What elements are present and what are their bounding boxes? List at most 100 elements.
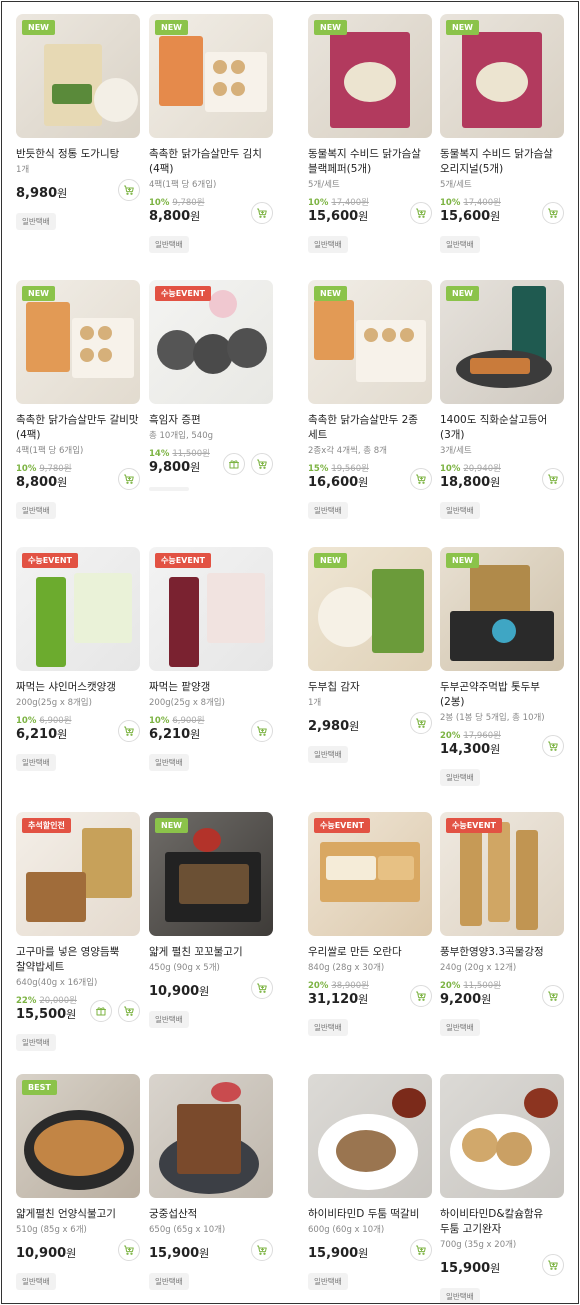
product-card[interactable]: 수능EVENT 우리쌀로 만든 오란다 840g (28g x 30개) 20% 38,… [308,812,434,1062]
product-image[interactable]: BEST [16,1074,140,1198]
product-card[interactable]: NEW 얇게 펼친 꼬꼬불고기 450g (90g x 5개) 10,900원 일반택배 [149,812,275,1062]
add-to-cart-button[interactable] [118,1239,140,1261]
product-image[interactable]: 수능EVENT [149,280,273,404]
price-value: 8,800 [149,209,191,224]
product-image[interactable]: NEW [440,280,564,404]
product-image[interactable]: NEW [308,280,432,404]
product-name[interactable]: 촉촉한 닭가슴살만두 갈비맛 (4팩) [16,413,140,443]
delivery-tag: 일반택배 [149,1011,189,1028]
product-name[interactable]: 하이비타민D&칼슘함유 두툼 고기완자 [440,1207,564,1237]
add-to-cart-button[interactable] [542,1254,564,1276]
discount-line: 20% 11,500원 [440,979,501,991]
product-card[interactable]: NEW 1400도 직화순살고등어 (3개) 3개/세트 10% 20,940원 18,8… [440,280,566,530]
product-name[interactable]: 짜먹는 샤인머스캣양갱 [16,680,140,695]
product-name[interactable]: 동물복지 수비드 닭가슴살 오리지널(5개) [440,147,564,177]
product-badge: NEW [314,553,347,568]
product-image[interactable] [149,1074,273,1198]
add-to-cart-button[interactable] [542,735,564,757]
price-currency: 원 [199,1247,210,1260]
add-to-cart-button[interactable] [251,202,273,224]
add-to-cart-button[interactable] [410,202,432,224]
product-card[interactable]: 수능EVENT 풍부한영양3.3곡물강정 240g (20g x 12개) 20% 11… [440,812,566,1062]
product-image[interactable]: 추석할인전 [16,812,140,936]
price-value: 15,600 [308,209,359,224]
product-image[interactable]: 수능EVENT [440,812,564,936]
product-card[interactable]: NEW 촉촉한 닭가슴살만두 2종 세트 2종x각 4개씩, 총 8개 15% 19,5… [308,280,434,530]
product-image[interactable]: 수능EVENT [308,812,432,936]
product-image[interactable]: NEW [149,14,273,138]
product-option: 2봉 (1봉 당 5개입, 총 10개) [440,713,545,723]
product-name[interactable]: 하이비타민D 두툼 떡갈비 [308,1207,432,1222]
add-to-cart-button[interactable] [118,1000,140,1022]
product-name[interactable]: 두부칩 감자 [308,680,432,695]
discount-line: 10% 6,900원 [149,714,205,726]
add-to-cart-button[interactable] [410,712,432,734]
product-name[interactable]: 동물복지 수비드 닭가슴살 블랙페퍼(5개) [308,147,432,177]
product-image[interactable]: NEW [308,547,432,671]
product-card[interactable]: NEW 동물복지 수비드 닭가슴살 오리지널(5개) 5개/세트 10% 17,400원… [440,14,566,264]
add-to-cart-button[interactable] [410,468,432,490]
product-name[interactable]: 얇게펼친 언양식불고기 [16,1207,140,1222]
add-to-cart-button[interactable] [410,985,432,1007]
product-badge: BEST [22,1080,57,1095]
product-name[interactable]: 촉촉한 닭가슴살만두 2종 세트 [308,413,432,443]
discount-rate: 10% [16,716,37,726]
product-image[interactable] [308,1074,432,1198]
product-card[interactable]: NEW 두부곤약주먹밥 톳두부 (2봉) 2봉 (1봉 당 5개입, 총 10개) 2… [440,547,566,797]
product-card[interactable]: NEW 촉촉한 닭가슴살만두 김치 (4팩) 4팩(1팩 당 6개입) 10% 9,78… [149,14,275,264]
gift-button[interactable] [223,453,245,475]
product-image[interactable]: NEW [440,14,564,138]
discount-line: 20% 38,900원 [308,979,369,991]
product-name[interactable]: 풍부한영양3.3곡물강정 [440,945,564,960]
product-card[interactable]: NEW 동물복지 수비드 닭가슴살 블랙페퍼(5개) 5개/세트 10% 17,400원… [308,14,434,264]
product-name[interactable]: 반듯한식 정통 도가니탕 [16,147,140,162]
add-to-cart-button[interactable] [410,1239,432,1261]
price-value: 9,200 [440,992,482,1007]
product-name[interactable]: 촉촉한 닭가슴살만두 김치 (4팩) [149,147,273,177]
product-image[interactable]: NEW [16,280,140,404]
product-image[interactable]: NEW [308,14,432,138]
product-card[interactable]: 추석할인전 고구마를 넣은 영양듬뿍 찰약밥세트 640g(40g x 16개입) 2… [16,812,142,1062]
price-currency: 원 [358,476,369,489]
product-name[interactable]: 1400도 직화순살고등어 (3개) [440,413,564,443]
add-to-cart-button[interactable] [118,468,140,490]
product-badge: NEW [155,20,188,35]
product-card[interactable]: NEW 반듯한식 정통 도가니탕 1개 8,980원 일반택배 [16,14,142,264]
product-name[interactable]: 고구마를 넣은 영양듬뿍 찰약밥세트 [16,945,140,975]
product-name[interactable]: 짜먹는 팥양갱 [149,680,273,695]
product-option: 5개/세트 [440,180,472,190]
product-card[interactable]: 수능EVENT 짜먹는 팥양갱 200g(25g x 8개입) 10% 6,900원 6,… [149,547,275,797]
add-to-cart-button[interactable] [251,977,273,999]
product-name[interactable]: 두부곤약주먹밥 톳두부 (2봉) [440,680,564,710]
product-name[interactable]: 얇게 펼친 꼬꼬불고기 [149,945,273,960]
product-image[interactable]: 수능EVENT [149,547,273,671]
add-to-cart-button[interactable] [251,453,273,475]
product-card[interactable]: 수능EVENT 짜먹는 샤인머스캣양갱 200g(25g x 8개입) 10% 6,90… [16,547,142,797]
product-image[interactable]: 수능EVENT [16,547,140,671]
product-image[interactable]: NEW [149,812,273,936]
product-name[interactable]: 우리쌀로 만든 오란다 [308,945,432,960]
product-image[interactable]: NEW [16,14,140,138]
add-to-cart-button[interactable] [251,1239,273,1261]
add-to-cart-button[interactable] [118,720,140,742]
product-name[interactable]: 흑임자 증편 [149,413,273,428]
gift-button[interactable] [90,1000,112,1022]
add-to-cart-button[interactable] [542,985,564,1007]
product-card[interactable]: NEW 두부칩 감자 1개 2,980원 일반택배 [308,547,434,797]
add-to-cart-button[interactable] [542,202,564,224]
product-image[interactable] [440,1074,564,1198]
product-card[interactable]: 하이비타민D 두툼 떡갈비 600g (60g x 10개) 15,900원 일반택배 [308,1074,434,1303]
price-currency: 원 [190,210,201,223]
product-name[interactable]: 궁중섭산적 [149,1207,273,1222]
product-card[interactable]: BEST 얇게펼친 언양식불고기 510g (85g x 6개) 10,900원 일반택… [16,1074,142,1303]
product-card[interactable]: 궁중섭산적 650g (65g x 10개) 15,900원 일반택배 [149,1074,275,1303]
product-card[interactable]: 수능EVENT 흑임자 증편 총 10개입, 540g 14% 11,500원 9,800… [149,280,275,530]
add-to-cart-button[interactable] [542,468,564,490]
product-card[interactable]: NEW 촉촉한 닭가슴살만두 갈비맛 (4팩) 4팩(1팩 당 6개입) 10% 9,7… [16,280,142,530]
product-image[interactable]: NEW [440,547,564,671]
add-to-cart-button[interactable] [251,720,273,742]
price-value: 15,900 [308,1246,359,1261]
product-card[interactable]: 하이비타민D&칼슘함유 두툼 고기완자 700g (35g x 20개) 15,90… [440,1074,566,1303]
delivery-tag: 일반택배 [440,1288,480,1303]
add-to-cart-button[interactable] [118,179,140,201]
